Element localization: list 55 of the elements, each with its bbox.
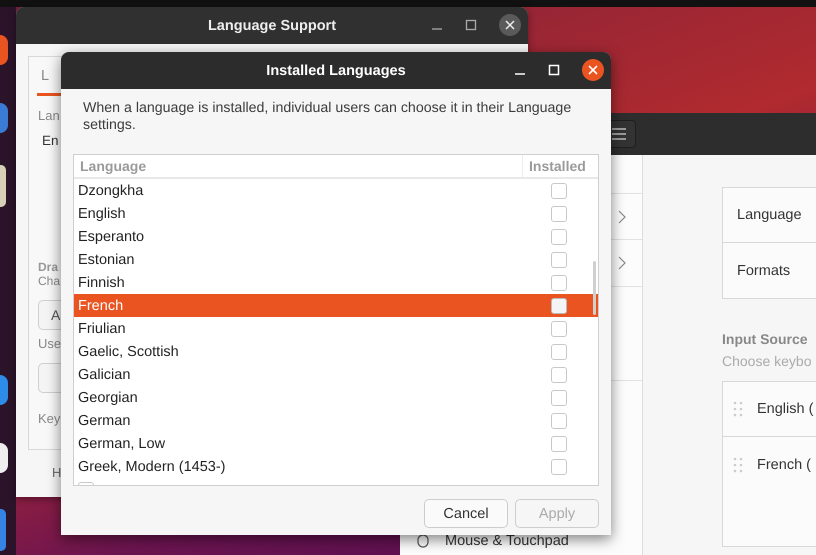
language-label: Lan (38, 108, 60, 123)
language-value: En (41, 133, 59, 148)
settings-row[interactable]: Language (723, 188, 816, 243)
input-source-row[interactable]: English ( (723, 382, 816, 437)
checkbox[interactable] (551, 458, 567, 474)
checkbox[interactable] (551, 182, 567, 198)
checkbox[interactable] (551, 298, 567, 314)
input-source-row[interactable]: French ( (723, 437, 816, 492)
checkbox[interactable] (551, 412, 567, 428)
window-title: Installed Languages (266, 62, 406, 78)
drag-handle-icon (733, 456, 743, 472)
checkbox[interactable] (551, 436, 567, 452)
checkbox[interactable] (551, 206, 567, 222)
mouse-icon (417, 534, 429, 548)
close-icon[interactable] (499, 14, 521, 36)
dialog-button[interactable]: Cancel (424, 499, 508, 528)
language-row[interactable]: Dzongkha (74, 179, 598, 202)
checkbox[interactable] (551, 366, 567, 382)
language-row[interactable]: Esperanto (74, 225, 598, 248)
language-row[interactable]: Galician (74, 363, 598, 386)
checkbox[interactable] (551, 320, 567, 336)
maximize-icon[interactable] (465, 19, 477, 31)
checkbox[interactable] (551, 228, 567, 244)
section-heading: Dra (38, 260, 58, 274)
section-caption: Cha (38, 274, 60, 288)
help-button[interactable]: H (52, 458, 64, 486)
sidebar-item[interactable]: Mouse & Touchpad (400, 533, 642, 555)
language-row[interactable]: Georgian (74, 386, 598, 409)
chevron-icon[interactable] (618, 210, 626, 224)
checkbox[interactable] (551, 252, 567, 268)
chevron-icon[interactable] (618, 256, 626, 270)
language-row[interactable]: French (74, 294, 598, 317)
language-row[interactable]: Finnish (74, 271, 598, 294)
dock-icon[interactable] (0, 165, 6, 207)
window-title: Language Support (208, 18, 336, 34)
language-row[interactable]: Estonian (74, 248, 598, 271)
checkbox[interactable] (551, 274, 567, 290)
settings-row[interactable]: Formats (723, 243, 816, 298)
drag-handle-icon (733, 401, 743, 417)
caption: Use (38, 336, 62, 351)
close-icon[interactable] (582, 59, 604, 81)
section-heading: Input Source (722, 331, 809, 347)
description-text: When a language is installed, individual users can choose it in their Language settings. (83, 100, 572, 134)
scrollbar[interactable] (593, 261, 596, 315)
checkbox[interactable] (551, 390, 567, 406)
language-row[interactable]: German (74, 409, 598, 432)
dock-icon[interactable] (0, 443, 8, 473)
language-row[interactable]: Greek, Modern (1453-) (74, 455, 598, 478)
language-row[interactable]: English (74, 202, 598, 225)
keyboard-label: Key (38, 411, 60, 426)
section-caption: Choose keybo (722, 353, 813, 369)
checkbox[interactable] (551, 344, 567, 360)
language-row[interactable]: German, Low (74, 432, 598, 455)
language-row[interactable]: Gaelic, Scottish (74, 340, 598, 363)
menu-icon (612, 128, 626, 140)
